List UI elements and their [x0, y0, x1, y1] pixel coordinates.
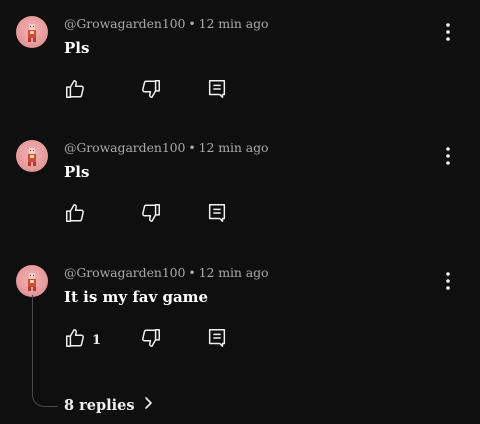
meta-separator: • [188, 140, 196, 155]
comment-text: Pls [64, 39, 90, 57]
like-button[interactable] [64, 204, 92, 226]
comment-thread-item: @Growagarden100 • 12 min ago Pls [0, 140, 480, 264]
reply-button[interactable] [206, 204, 228, 226]
comment-thread-item: @Growagarden100 • 12 min ago Pls [0, 16, 480, 140]
thumbs-down-icon [140, 327, 162, 353]
dislike-button[interactable] [140, 80, 162, 102]
replies-label: 8 replies [64, 396, 135, 414]
comment-reply-icon [206, 78, 228, 104]
comment-reply-icon [206, 327, 228, 353]
reply-button[interactable] [206, 80, 228, 102]
comment-author[interactable]: @Growagarden100 [64, 16, 185, 31]
like-count: 1 [92, 332, 102, 348]
thumbs-up-icon [64, 202, 86, 228]
comment-actions [64, 80, 264, 104]
avatar[interactable] [16, 16, 48, 48]
more-vertical-icon[interactable] [440, 22, 456, 42]
comment-time[interactable]: 12 min ago [199, 265, 269, 280]
avatar[interactable] [16, 140, 48, 172]
dislike-button[interactable] [140, 204, 162, 226]
more-vertical-icon[interactable] [440, 146, 456, 166]
comment-author[interactable]: @Growagarden100 [64, 140, 185, 155]
meta-separator: • [188, 265, 196, 280]
thumbs-down-icon [140, 202, 162, 228]
comment-thread-item: @Growagarden100 • 12 min ago It is my fav … [0, 265, 480, 389]
more-vertical-icon[interactable] [440, 271, 456, 291]
comment-text: Pls [64, 163, 90, 181]
comment-actions: 1 [64, 329, 264, 353]
comment-meta: @Growagarden100 • 12 min ago [64, 140, 269, 155]
comment-actions [64, 204, 264, 228]
meta-separator: • [188, 16, 196, 31]
like-button[interactable] [64, 80, 92, 102]
thumbs-up-icon [64, 78, 86, 104]
thumbs-down-icon [140, 78, 162, 104]
comment-meta: @Growagarden100 • 12 min ago [64, 16, 269, 31]
view-replies-button[interactable]: 8 replies [64, 394, 153, 416]
comment-text: It is my fav game [64, 288, 209, 306]
dislike-button[interactable] [140, 329, 162, 351]
like-button[interactable]: 1 [64, 329, 101, 351]
comment-time[interactable]: 12 min ago [199, 16, 269, 31]
comment-reply-icon [206, 202, 228, 228]
chevron-right-icon [135, 396, 153, 414]
avatar[interactable] [16, 265, 48, 297]
comment-time[interactable]: 12 min ago [199, 140, 269, 155]
reply-button[interactable] [206, 329, 228, 351]
comment-meta: @Growagarden100 • 12 min ago [64, 265, 269, 280]
thumbs-up-icon [64, 327, 86, 353]
thread-connector-line [32, 295, 58, 407]
comment-author[interactable]: @Growagarden100 [64, 265, 185, 280]
